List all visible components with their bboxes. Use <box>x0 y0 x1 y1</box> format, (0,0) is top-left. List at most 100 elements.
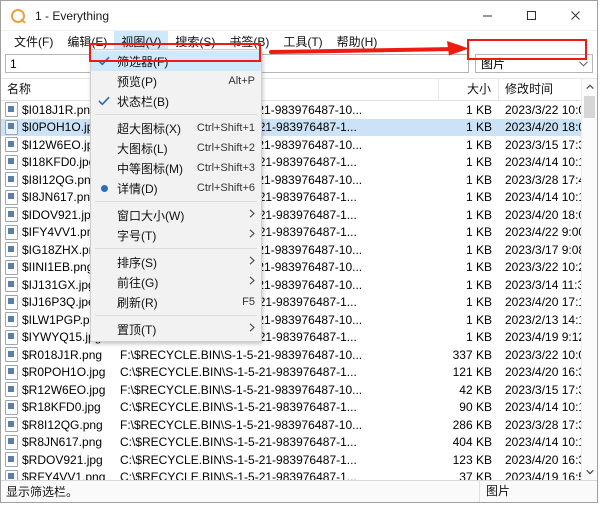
view-menu-item[interactable]: 刷新(R) F5 <box>91 292 261 312</box>
chevron-right-icon <box>241 256 255 268</box>
cell-path: C:\$RECYCLE.BIN\S-1-5-21-983976487-1... <box>120 452 357 467</box>
cell-path: F:\$RECYCLE.BIN\S-1-5-21-983976487-10... <box>120 417 363 432</box>
status-message: 显示筛选栏。 <box>6 485 79 499</box>
view-menu-item-label: 详情(D) <box>117 181 158 196</box>
view-menu-item[interactable]: 预览(P) Alt+P <box>91 71 261 91</box>
view-menu-item[interactable]: 筛选器(F) <box>91 51 261 71</box>
image-file-icon <box>5 119 18 135</box>
image-file-icon <box>5 154 18 170</box>
cell-path: F:\$RECYCLE.BIN\S-1-5-21-983976487-10... <box>120 382 363 397</box>
cell-name: $R0POH1O.jpg <box>1 364 114 380</box>
menu-help[interactable]: 帮助(H) <box>330 31 385 53</box>
menu-separator <box>95 248 257 249</box>
view-menu-item[interactable]: 字号(T) <box>91 225 261 245</box>
image-file-icon <box>5 172 18 188</box>
view-menu-item[interactable]: 状态栏(B) <box>91 91 261 111</box>
cell-size: 1 KB <box>465 312 492 327</box>
image-file-icon <box>5 137 18 153</box>
cell-date: 2023/4/22 9:00 <box>505 225 586 240</box>
cell-size: 404 KB <box>452 435 492 450</box>
image-file-icon <box>5 277 18 293</box>
image-file-icon <box>5 347 18 363</box>
view-menu-item[interactable]: 中等图标(M) Ctrl+Shift+3 <box>91 158 261 178</box>
cell-path: C:\$RECYCLE.BIN\S-1-5-21-983976487-1... <box>120 435 357 450</box>
table-row[interactable]: $R018J1R.png F:\$RECYCLE.BIN\S-1-5-21-983… <box>1 346 597 364</box>
cell-name: $RDOV921.jpg <box>1 452 114 468</box>
view-menu-item[interactable]: 大图标(L) Ctrl+Shift+2 <box>91 138 261 158</box>
cell-size: 1 KB <box>465 330 492 345</box>
filter-combobox[interactable]: 图片 <box>475 54 593 73</box>
cell-date: 2023/4/19 9:12 <box>505 330 586 345</box>
image-file-icon <box>5 294 18 310</box>
cell-size: 1 KB <box>465 155 492 170</box>
menu-separator <box>95 201 257 202</box>
table-row[interactable]: $RDOV921.jpg C:\$RECYCLE.BIN\S-1-5-21-983… <box>1 451 597 469</box>
table-row[interactable]: $RFY4VV1.png C:\$RECYCLE.BIN\S-1-5-21-983… <box>1 469 597 480</box>
column-header-size[interactable]: 大小 <box>439 79 499 100</box>
file-name-label: $R018J1R.png <box>22 347 103 362</box>
file-name-label: $IFY4VV1.png <box>22 225 101 240</box>
scroll-down-icon[interactable] <box>582 464 597 480</box>
cell-name: $R8JN617.png <box>1 434 114 450</box>
view-menu-item[interactable]: 排序(S) <box>91 252 261 272</box>
image-file-icon <box>5 312 18 328</box>
filter-combobox-value: 图片 <box>481 57 506 71</box>
view-menu-item[interactable]: 前往(G) <box>91 272 261 292</box>
title-bar: 1 - Everything <box>1 1 597 31</box>
view-menu-item-label: 刷新(R) <box>117 295 158 310</box>
file-name-label: $I018J1R.png <box>22 102 97 117</box>
view-menu-item-shortcut: Ctrl+Shift+3 <box>196 162 255 174</box>
cell-date: 2023/4/14 10:16 <box>505 190 592 205</box>
image-file-icon <box>5 259 18 275</box>
image-file-icon <box>5 434 18 450</box>
cell-date: 2023/3/17 9:08 <box>505 242 586 257</box>
cell-name: $RFY4VV1.png <box>1 469 114 480</box>
file-name-label: $RFY4VV1.png <box>22 470 106 480</box>
menu-separator <box>95 114 257 115</box>
table-row[interactable]: $R12W6EO.jpg F:\$RECYCLE.BIN\S-1-5-21-983… <box>1 381 597 399</box>
table-row[interactable]: $R18KFD0.jpg C:\$RECYCLE.BIN\S-1-5-21-983… <box>1 399 597 417</box>
menu-file[interactable]: 文件(F) <box>7 31 60 53</box>
column-header-date[interactable]: 修改时间 <box>499 79 583 100</box>
table-row[interactable]: $R8JN617.png C:\$RECYCLE.BIN\S-1-5-21-983… <box>1 434 597 452</box>
cell-date: 2023/3/14 11:31 <box>505 277 591 292</box>
file-name-label: $I18KFD0.jpg <box>22 155 96 170</box>
check-icon <box>91 56 117 66</box>
cell-size: 1 KB <box>465 242 492 257</box>
scrollbar-thumb[interactable] <box>584 96 595 118</box>
cell-size: 121 KB <box>452 365 492 380</box>
view-menu-dropdown: 筛选器(F) 预览(P) Alt+P 状态栏(B) 超大图标(X) Ctrl+Shift+… <box>90 49 262 342</box>
cell-size: 337 KB <box>452 347 492 362</box>
view-menu-item[interactable]: 详情(D) Ctrl+Shift+6 <box>91 178 261 198</box>
view-menu-item[interactable]: 窗口大小(W) <box>91 205 261 225</box>
cell-date: 2023/3/28 17:40 <box>505 172 592 187</box>
vertical-scrollbar[interactable] <box>581 79 597 480</box>
image-file-icon <box>5 242 18 258</box>
view-menu-item[interactable]: 置顶(T) <box>91 319 261 339</box>
cell-date: 2023/3/22 10:08 <box>505 347 592 362</box>
scroll-up-icon[interactable] <box>582 79 597 95</box>
view-menu-item[interactable]: 超大图标(X) Ctrl+Shift+1 <box>91 118 261 138</box>
view-menu-item-label: 状态栏(B) <box>117 94 169 109</box>
image-file-icon <box>5 207 18 223</box>
minimize-button[interactable] <box>465 1 509 30</box>
file-name-label: $R18KFD0.jpg <box>22 400 101 415</box>
view-menu-item-label: 置顶(T) <box>117 322 157 337</box>
cell-size: 90 KB <box>459 400 492 415</box>
image-file-icon <box>5 224 18 240</box>
maximize-button[interactable] <box>509 1 553 30</box>
image-file-icon <box>5 102 18 118</box>
view-menu-item-shortcut: Ctrl+Shift+6 <box>196 182 255 194</box>
table-row[interactable]: $R8I12QG.png F:\$RECYCLE.BIN\S-1-5-21-983… <box>1 416 597 434</box>
chevron-right-icon <box>241 229 255 241</box>
table-row[interactable]: $R0POH1O.jpg C:\$RECYCLE.BIN\S-1-5-21-983… <box>1 364 597 382</box>
window-title: 1 - Everything <box>35 8 110 23</box>
cell-date: 2023/4/20 17:17 <box>505 295 592 310</box>
file-name-label: $R0POH1O.jpg <box>22 365 106 380</box>
close-button[interactable] <box>553 1 597 30</box>
cell-date: 2023/4/14 10:16 <box>505 435 592 450</box>
file-name-label: $IINI1EB.png <box>22 260 94 275</box>
cell-size: 1 KB <box>465 277 492 292</box>
cell-size: 1 KB <box>465 295 492 310</box>
menu-tools[interactable]: 工具(T) <box>276 31 329 53</box>
